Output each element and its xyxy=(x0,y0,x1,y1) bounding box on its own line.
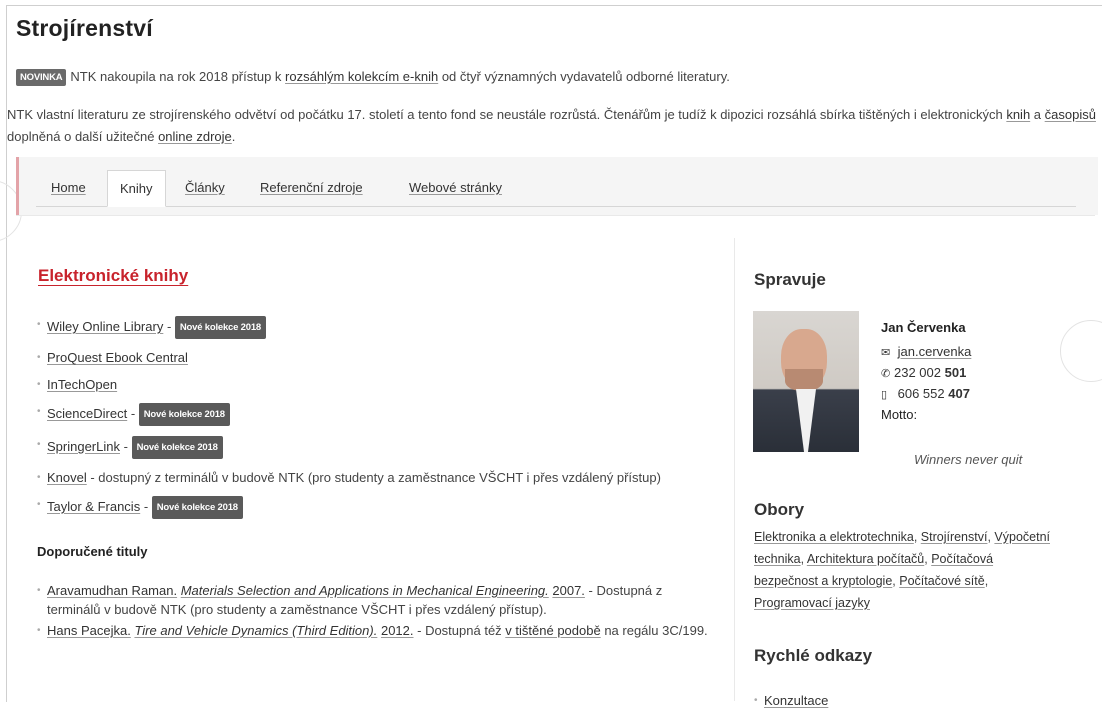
separator: - xyxy=(127,406,139,421)
avatar xyxy=(753,311,859,452)
page-title: Strojírenství xyxy=(16,15,153,41)
author-link[interactable]: Hans Pacejka. xyxy=(47,623,131,638)
new-collection-badge: Nové kolekce 2018 xyxy=(151,496,243,519)
list-item: ScienceDirect - Nové kolekce 2018 xyxy=(37,403,717,426)
quick-links-heading: Rychlé odkazy xyxy=(754,646,873,665)
motto-text: Winners never quit xyxy=(914,452,1023,467)
recommended-heading: Doporučené tituly xyxy=(37,544,148,559)
intro-text: doplněná o další užitečné xyxy=(7,129,159,144)
journals-link[interactable]: časopisů xyxy=(1045,107,1096,122)
intro-text: NTK vlastní literaturu ze strojírenského… xyxy=(7,107,1007,122)
phone-row: ✆ 232 002 501 xyxy=(881,363,971,384)
avatar-beard xyxy=(785,369,823,391)
list-item: Taylor & Francis - Nové kolekce 2018 xyxy=(37,496,717,519)
tab-webove-stranky[interactable]: Webové stránky xyxy=(409,170,502,206)
avatar-shirt xyxy=(796,389,816,452)
print-version-link[interactable]: v tištěné podobě xyxy=(505,623,600,638)
contact-name: Jan Červenka xyxy=(881,320,966,335)
separator: - xyxy=(163,319,175,334)
fields-list: Elektronika a elektrotechnika, Strojíren… xyxy=(754,526,1054,614)
tab-clanky[interactable]: Články xyxy=(185,170,225,206)
separator: , xyxy=(913,530,921,544)
ebook-link-knovel[interactable]: Knovel xyxy=(47,470,87,485)
separator: , xyxy=(984,574,989,588)
email-row: ✉ jan.cervenka xyxy=(881,342,971,363)
phone-extension: 501 xyxy=(944,365,967,380)
field-link[interactable]: Elektronika a elektrotechnika xyxy=(754,530,914,544)
knovel-note: - dostupný z terminálů v budově NTK (pro… xyxy=(86,470,661,485)
managed-by-heading: Spravuje xyxy=(754,270,826,289)
ebook-link-proquest[interactable]: ProQuest Ebook Central xyxy=(47,350,188,365)
list-item: Aravamudhan Raman. Materials Selection a… xyxy=(37,581,717,619)
news-text: NTK nakoupila na rok 2018 přístup k xyxy=(70,69,286,84)
shelf-note: na regálu 3C/199. xyxy=(600,623,708,638)
tab-underline xyxy=(36,206,1076,207)
tab-home[interactable]: Home xyxy=(51,170,86,206)
mobile-icon: ▯ xyxy=(881,389,888,401)
mobile-number: 606 552 xyxy=(897,386,949,401)
fields-heading: Obory xyxy=(754,500,805,519)
motto-label: Motto: xyxy=(881,407,918,422)
intro-text: . xyxy=(231,129,236,144)
ebook-link-taylor-francis[interactable]: Taylor & Francis xyxy=(47,499,140,514)
ebooks-list: Wiley Online Library - Nové kolekce 2018… xyxy=(37,316,717,529)
intro-text: a xyxy=(1030,107,1045,122)
list-item: Wiley Online Library - Nové kolekce 2018 xyxy=(37,316,717,339)
ebook-link-springerlink[interactable]: SpringerLink xyxy=(47,439,120,454)
field-link[interactable]: Architektura počítačů xyxy=(807,552,924,566)
ebooks-heading[interactable]: Elektronické knihy xyxy=(38,266,188,286)
news-link[interactable]: rozsáhlým kolekcím e-knih xyxy=(285,69,438,84)
phone-icon: ✆ xyxy=(881,368,891,380)
ebook-link-sciencedirect[interactable]: ScienceDirect xyxy=(47,406,127,421)
online-resources-link[interactable]: online zdroje xyxy=(158,129,232,144)
mobile-row: ▯ 606 552 407 xyxy=(881,384,971,405)
field-link[interactable]: Programovací jazyky xyxy=(754,596,870,610)
list-item: Hans Pacejka. Tire and Vehicle Dynamics … xyxy=(37,621,717,640)
field-link[interactable]: Strojírenství xyxy=(921,530,988,544)
email-link[interactable]: jan.cervenka xyxy=(898,344,972,359)
field-link[interactable]: Počítačové sítě xyxy=(899,574,984,588)
availability-note: - Dostupná též xyxy=(413,623,506,638)
tab-knihy[interactable]: Knihy xyxy=(107,170,166,207)
list-item: InTechOpen xyxy=(37,376,717,393)
mobile-extension: 407 xyxy=(948,386,970,401)
tab-referencni-zdroje[interactable]: Referenční zdroje xyxy=(260,170,363,206)
ebook-link-wiley[interactable]: Wiley Online Library xyxy=(47,319,163,334)
news-text-after: od čtyř významných vydavatelů odborné li… xyxy=(438,69,730,84)
new-collection-badge: Nové kolekce 2018 xyxy=(174,316,266,339)
list-item: Knovel - dostupný z terminálů v budově N… xyxy=(37,469,677,486)
year-link[interactable]: 2012. xyxy=(381,623,414,638)
title-link[interactable]: Materials Selection and Applications in … xyxy=(181,583,549,598)
list-item: SpringerLink - Nové kolekce 2018 xyxy=(37,436,717,459)
envelope-icon: ✉ xyxy=(881,347,891,359)
news-badge: NOVINKA xyxy=(16,69,67,86)
contact-card: Jan Červenka ✉ jan.cervenka ✆ 232 002 501… xyxy=(881,318,971,424)
ebook-link-intechopen[interactable]: InTechOpen xyxy=(47,377,117,392)
recommended-list: Aravamudhan Raman. Materials Selection a… xyxy=(37,581,717,642)
list-item: ProQuest Ebook Central xyxy=(37,349,717,366)
new-collection-badge: Nové kolekce 2018 xyxy=(131,436,223,459)
news-line: NOVINKA NTK nakoupila na rok 2018 přístup… xyxy=(16,69,730,86)
sidebar-divider xyxy=(734,238,735,701)
author-link[interactable]: Aravamudhan Raman. xyxy=(47,583,177,598)
intro-paragraph: NTK vlastní literaturu ze strojírenského… xyxy=(7,104,1097,148)
content-border xyxy=(16,215,1095,216)
title-link[interactable]: Tire and Vehicle Dynamics (Third Edition… xyxy=(134,623,377,638)
books-link[interactable]: knih xyxy=(1006,107,1030,122)
new-collection-badge: Nové kolekce 2018 xyxy=(138,403,230,426)
separator: - xyxy=(120,439,132,454)
year-link[interactable]: 2007. xyxy=(552,583,585,598)
separator: - xyxy=(140,499,152,514)
phone-number: 232 002 xyxy=(894,365,945,380)
